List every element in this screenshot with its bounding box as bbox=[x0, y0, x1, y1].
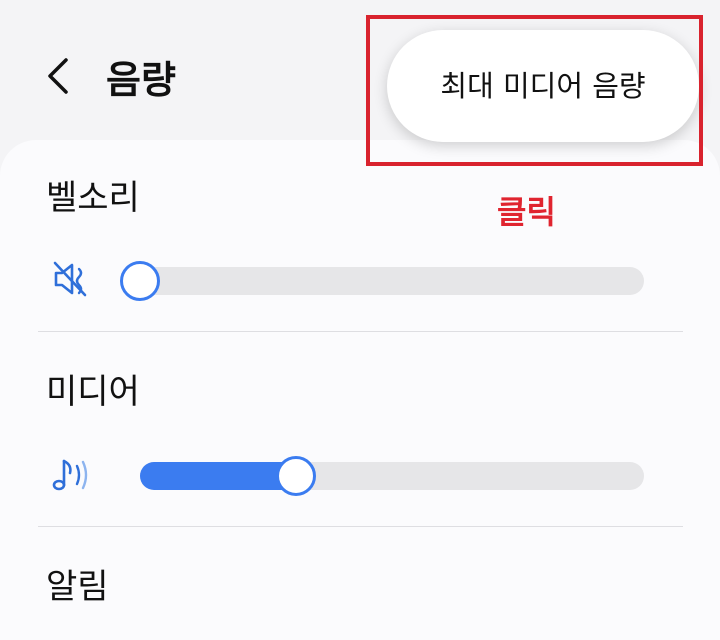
music-note-icon[interactable] bbox=[52, 455, 92, 495]
ringtone-slider-thumb[interactable] bbox=[120, 261, 160, 301]
click-annotation: 클릭 bbox=[497, 193, 556, 231]
divider bbox=[38, 526, 683, 527]
ringtone-slider-track[interactable] bbox=[140, 267, 644, 295]
mute-speaker-icon[interactable] bbox=[52, 259, 92, 299]
highlight-box bbox=[366, 15, 703, 166]
back-button[interactable] bbox=[42, 52, 78, 100]
ringtone-label: 벨소리 bbox=[46, 178, 140, 218]
notifications-label: 알림 bbox=[46, 567, 109, 607]
media-label: 미디어 bbox=[46, 372, 140, 412]
media-slider-fill bbox=[140, 462, 297, 490]
media-slider-track[interactable] bbox=[140, 462, 644, 490]
divider bbox=[38, 331, 683, 332]
page-title: 음량 bbox=[106, 58, 176, 102]
chevron-left-icon bbox=[48, 58, 68, 94]
